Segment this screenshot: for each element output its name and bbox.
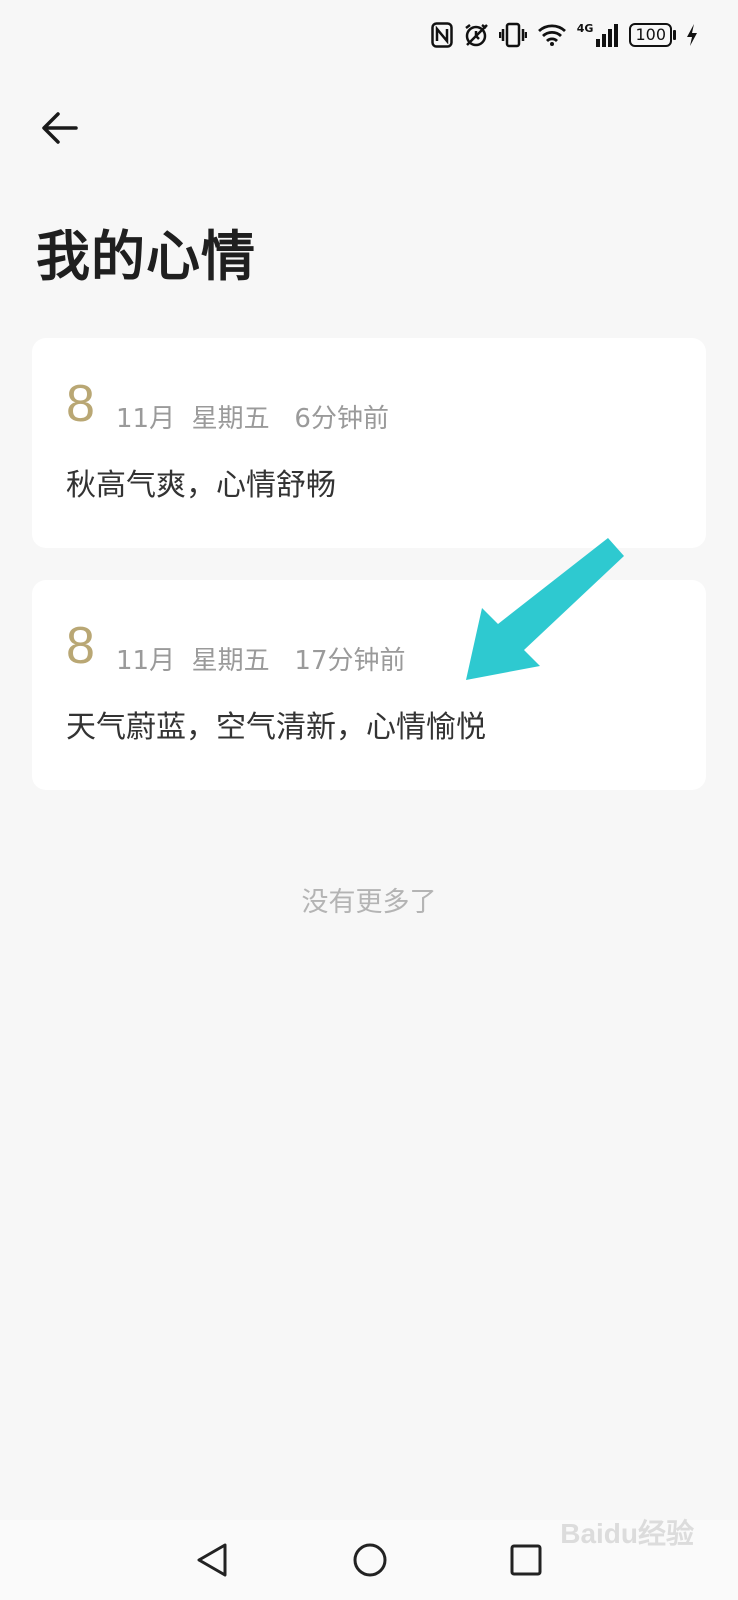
vibrate-icon <box>498 22 527 48</box>
circle-home-icon <box>353 1543 387 1577</box>
nav-back-button[interactable] <box>190 1538 234 1582</box>
watermark: Baidu经验 <box>560 1518 694 1549</box>
list-end-text: 没有更多了 <box>301 887 437 918</box>
alarm-icon <box>463 22 489 48</box>
battery-tip <box>673 30 676 40</box>
square-recents-icon <box>510 1544 542 1576</box>
mood-text: 秋高气爽，心情舒畅 <box>66 468 336 503</box>
battery-level: 100 <box>629 23 672 47</box>
mood-day: 8 <box>66 375 95 433</box>
mood-card[interactable]: 8 11月 星期五 6分钟前 秋高气爽，心情舒畅 <box>32 338 706 548</box>
status-icons: 4G 100 <box>431 20 698 50</box>
mood-meta: 11月 星期五 17分钟前 <box>116 646 406 676</box>
page-title: 我的心情 <box>36 225 256 288</box>
battery-icon: 100 <box>629 23 676 47</box>
nav-recents-button[interactable] <box>504 1538 548 1582</box>
mood-day: 8 <box>66 617 95 675</box>
nfc-icon <box>431 22 453 48</box>
back-button[interactable] <box>38 106 82 150</box>
annotation-arrow-icon <box>460 530 630 694</box>
wifi-icon <box>537 23 567 47</box>
mood-meta: 11月 星期五 6分钟前 <box>116 404 389 434</box>
mood-text: 天气蔚蓝，空气清新，心情愉悦 <box>66 710 486 745</box>
network-label: 4G <box>576 22 594 35</box>
charging-icon <box>686 23 698 47</box>
triangle-back-icon <box>197 1543 227 1577</box>
arrow-left-icon <box>42 112 78 144</box>
status-bar: 4G 100 <box>0 0 738 70</box>
nav-home-button[interactable] <box>348 1538 392 1582</box>
signal-4g-icon: 4G <box>577 23 620 47</box>
